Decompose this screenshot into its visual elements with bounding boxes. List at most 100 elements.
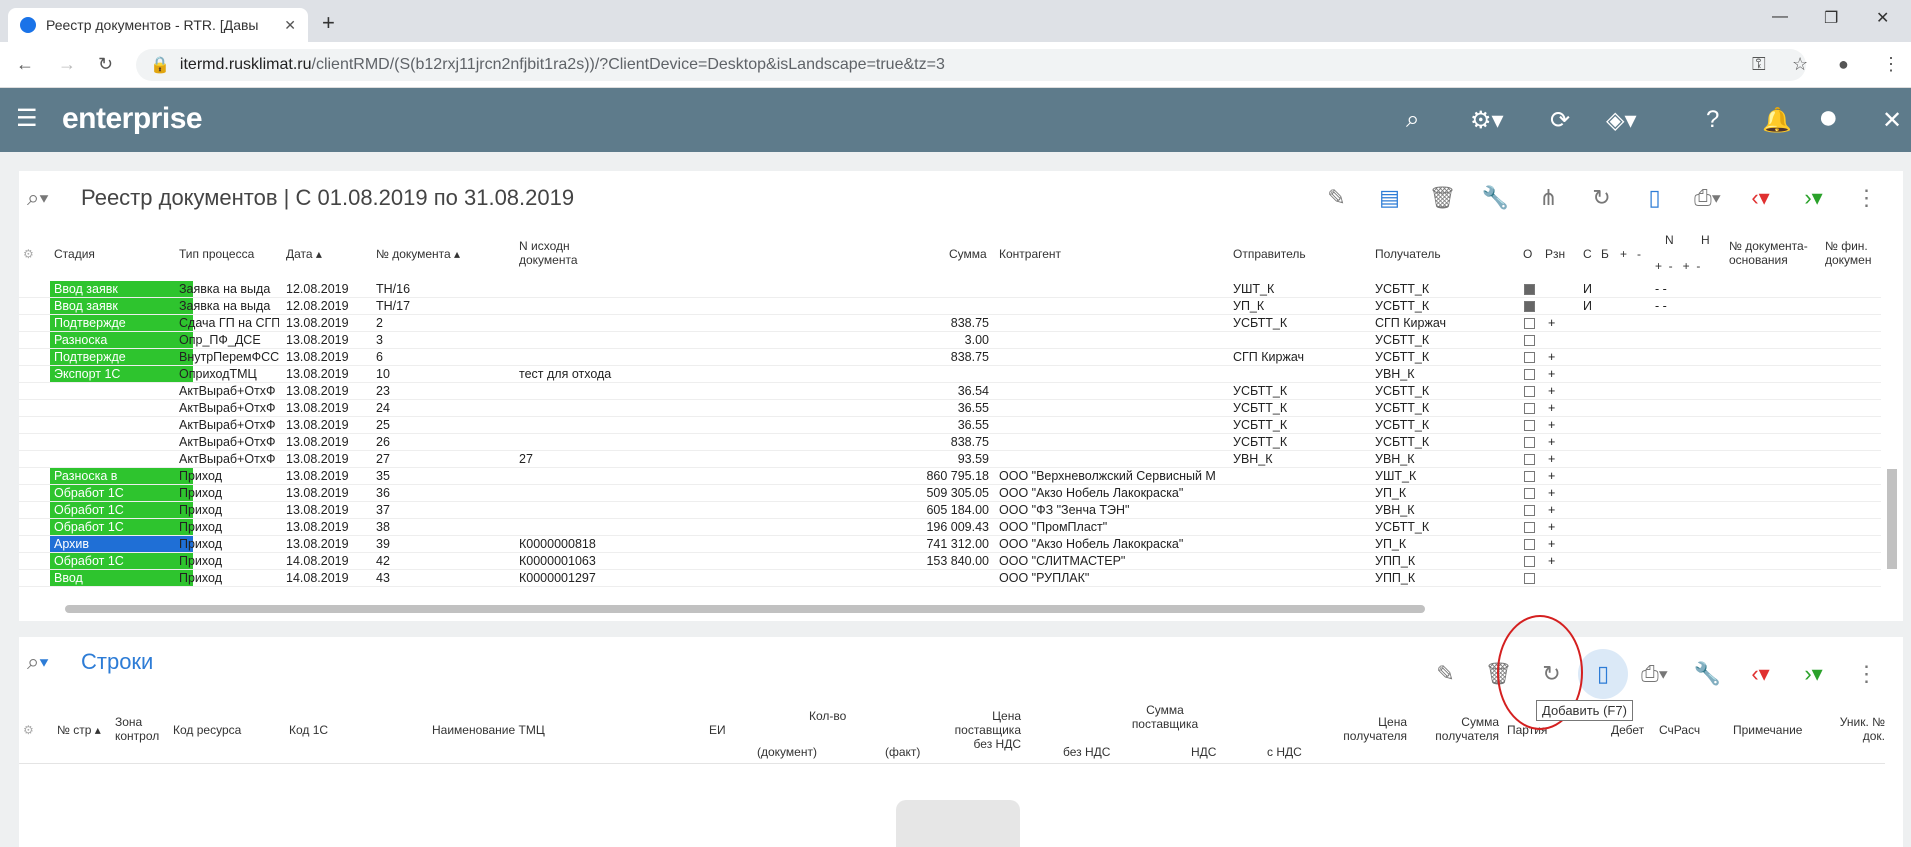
col-price-supplier[interactable]: Цена поставщика без НДС [947, 709, 1021, 751]
search-icon[interactable]: ⌕ [1406, 106, 1419, 134]
new-tab-icon[interactable]: + [322, 10, 335, 36]
table-row[interactable]: АктВыраб+ОтхФ 13.08.2019 24 36.55 УСБТТ_К УСБ… [19, 400, 1881, 417]
col-line-num[interactable]: № стр ▴ [57, 723, 101, 737]
close-tab-icon[interactable]: ✕ [284, 17, 296, 34]
print-icon[interactable]: ⎙▾ [1681, 185, 1734, 211]
col-stage[interactable]: Стадия [54, 247, 95, 261]
cell-o-checkbox[interactable] [1524, 417, 1535, 433]
col-qty-doc[interactable]: (документ) [757, 745, 817, 759]
table-row[interactable]: Разноска Опр_ПФ_ДСЕ 13.08.2019 3 3.00 УСБТТ_К [19, 332, 1881, 349]
col-ei[interactable]: ЕИ [709, 723, 726, 737]
browser-menu-icon[interactable]: ⋮ [1882, 54, 1900, 75]
table-row[interactable]: АктВыраб+ОтхФ 13.08.2019 27 27 93.59 УВН_К УВН… [19, 451, 1881, 468]
next-arrow-icon[interactable]: ›▾ [1787, 661, 1840, 687]
print-icon[interactable]: ⎙▾ [1628, 661, 1681, 687]
col-sum-receiver[interactable]: Сумма получателя [1429, 715, 1499, 743]
col-docnum[interactable]: № документа ▴ [376, 247, 460, 261]
hamburger-menu-icon[interactable]: ☰ [16, 104, 38, 133]
table-row[interactable]: Разноска в Приход 13.08.2019 35 860 795.18 ОО… [19, 468, 1881, 485]
cell-o-checkbox[interactable] [1524, 400, 1535, 416]
cell-o-checkbox[interactable] [1524, 570, 1535, 586]
browser-tab[interactable]: Реестр документов - RTR. [Давы ✕ [8, 8, 308, 42]
col-date[interactable]: Дата ▴ [286, 247, 322, 261]
col-h[interactable]: Н [1701, 233, 1710, 247]
cell-o-checkbox[interactable] [1524, 485, 1535, 501]
sync-icon[interactable]: ⟳ [1550, 106, 1570, 135]
col-qty[interactable]: Кол-во [809, 709, 846, 723]
add-document-icon[interactable]: ▯ [1628, 185, 1681, 211]
wrench-icon[interactable]: 🔧 [1681, 661, 1734, 687]
col-s[interactable]: С [1583, 247, 1592, 261]
table-row[interactable]: АктВыраб+ОтхФ 13.08.2019 26 838.75 УСБТТ_К УС… [19, 434, 1881, 451]
prev-arrow-icon[interactable]: ‹▾ [1734, 185, 1787, 211]
minimize-icon[interactable]: — [1772, 8, 1788, 26]
more-vert-icon[interactable]: ⋮ [1840, 661, 1893, 687]
col-counterparty[interactable]: Контрагент [999, 247, 1061, 261]
panel-search-icon[interactable]: ⌕▾ [27, 185, 49, 211]
col-sum[interactable]: Сумма [949, 247, 987, 261]
profile-icon[interactable]: ● [1838, 54, 1849, 75]
col-n[interactable]: N [1665, 233, 1674, 247]
col-sum-supplier[interactable]: Сумма поставщика [1125, 703, 1205, 731]
horizontal-scrollbar[interactable] [49, 604, 1895, 614]
col-process[interactable]: Тип процесса [179, 247, 254, 261]
cell-o-checkbox[interactable] [1524, 366, 1535, 382]
col-uniq[interactable]: Уник. № док. [1829, 715, 1885, 743]
forward-icon[interactable]: → [58, 54, 76, 75]
cell-o-checkbox[interactable] [1524, 536, 1535, 552]
cell-o-checkbox[interactable] [1524, 383, 1535, 399]
col-name[interactable]: Наименование ТМЦ [432, 723, 545, 737]
col-with-vat[interactable]: с НДС [1267, 745, 1302, 759]
col-receiver[interactable]: Получатель [1375, 247, 1441, 261]
cell-o-checkbox[interactable] [1524, 553, 1535, 569]
table-row[interactable]: Ввод заявк Заявка на выда 12.08.2019 ТН/17 У… [19, 298, 1881, 315]
col-code1c[interactable]: Код 1С [289, 723, 328, 737]
document-icon[interactable]: ▤ [1363, 185, 1416, 211]
table-row[interactable]: АктВыраб+ОтхФ 13.08.2019 23 36.54 УСБТТ_К УСБ… [19, 383, 1881, 400]
col-price-receiver[interactable]: Цена получателя [1337, 715, 1407, 743]
url-field[interactable]: 🔒 itermd.rusklimat.ru /clientRMD/(S(b12r… [136, 49, 1806, 81]
col-qty-fact[interactable]: (факт) [885, 745, 920, 759]
col-account[interactable]: СчРасч [1659, 723, 1700, 737]
col-rzn[interactable]: Рзн [1545, 247, 1565, 261]
table-row[interactable]: Архив Приход 13.08.2019 39 К0000000818 741 31… [19, 536, 1881, 553]
settings-gear-icon[interactable]: ⚙▾ [1470, 106, 1504, 135]
vertical-scrollbar[interactable] [1885, 289, 1899, 599]
col-debit[interactable]: Дебет [1611, 723, 1644, 737]
cell-o-checkbox[interactable] [1524, 349, 1535, 365]
table-row[interactable]: Обработ 1С Приход 13.08.2019 36 509 305.05 ОО… [19, 485, 1881, 502]
cell-o-checkbox[interactable] [1524, 502, 1535, 518]
column-settings-icon[interactable]: ⚙ [23, 247, 34, 261]
col-basis[interactable]: № документа- основания [1729, 239, 1821, 267]
module-cube-icon[interactable]: ◈▾ [1606, 106, 1637, 135]
cell-o-checkbox[interactable] [1524, 468, 1535, 484]
cell-o-checkbox[interactable] [1524, 315, 1535, 331]
table-row[interactable]: Экспорт 1С ОприходТМЦ 13.08.2019 10 тест для… [19, 366, 1881, 383]
col-no-vat[interactable]: без НДС [1063, 745, 1110, 759]
table-row[interactable]: Обработ 1С Приход 14.08.2019 42 К0000001063 1… [19, 553, 1881, 570]
notification-bell-icon[interactable]: 🔔 [1762, 106, 1792, 135]
app-close-icon[interactable]: ✕ [1882, 106, 1902, 135]
table-row[interactable]: Обработ 1С Приход 13.08.2019 38 196 009.43 ОО… [19, 519, 1881, 536]
edit-icon[interactable]: ✎ [1419, 661, 1472, 687]
table-row[interactable]: Ввод заявк Заявка на выда 12.08.2019 ТН/16 У… [19, 281, 1881, 298]
window-close-icon[interactable]: ✕ [1876, 8, 1889, 28]
col-sender[interactable]: Отправитель [1233, 247, 1306, 261]
back-icon[interactable]: ← [16, 54, 34, 75]
reload-icon[interactable]: ↻ [98, 54, 113, 75]
col-resource[interactable]: Код ресурса [173, 723, 241, 737]
table-row[interactable]: Ввод Приход 14.08.2019 43 К0000001297 ООО "РУ… [19, 570, 1881, 587]
cell-o-checkbox[interactable] [1524, 332, 1535, 348]
table-row[interactable]: Подтвержде Сдача ГП на СГП 13.08.2019 2 838.… [19, 315, 1881, 332]
col-plus[interactable]: + [1620, 247, 1627, 261]
table-row[interactable]: АктВыраб+ОтхФ 13.08.2019 25 36.55 УСБТТ_К УСБ… [19, 417, 1881, 434]
edit-icon[interactable]: ✎ [1310, 185, 1363, 211]
table-row[interactable]: Обработ 1С Приход 13.08.2019 37 605 184.00 ОО… [19, 502, 1881, 519]
refresh-icon[interactable]: ↻ [1575, 185, 1628, 211]
cell-o-checkbox[interactable] [1524, 451, 1535, 467]
col-minus[interactable]: - [1637, 247, 1641, 261]
table-row[interactable]: Подтвержде ВнутрПеремФСС 13.08.2019 6 838.75… [19, 349, 1881, 366]
more-vert-icon[interactable]: ⋮ [1840, 185, 1893, 211]
col-srcnum[interactable]: N исходн документа [519, 239, 599, 267]
col-b[interactable]: Б [1601, 247, 1609, 261]
